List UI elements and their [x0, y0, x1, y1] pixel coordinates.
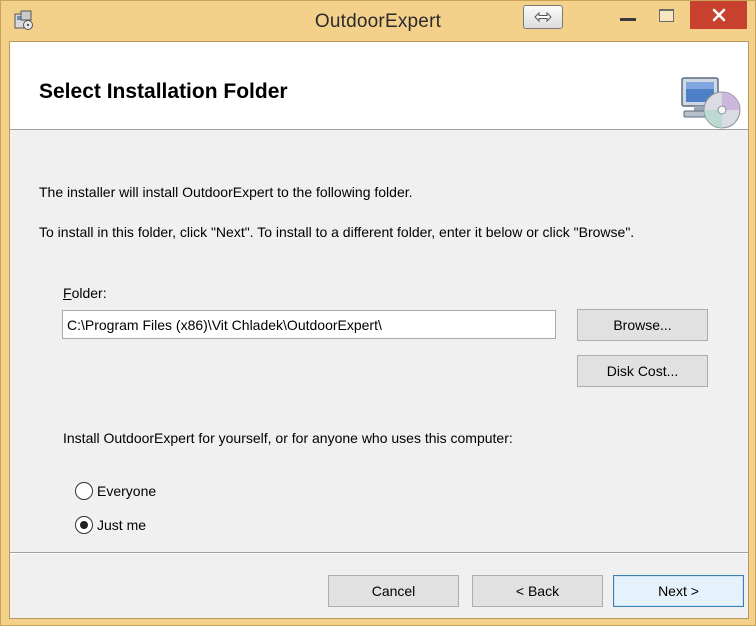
- install-scope-label: Install OutdoorExpert for yourself, or f…: [63, 430, 513, 446]
- folder-label-text: older:: [71, 285, 107, 301]
- footer-separator: [10, 552, 748, 554]
- title-bar[interactable]: OutdoorExpert: [1, 1, 755, 41]
- radio-button-selected[interactable]: [75, 516, 93, 534]
- installer-window: OutdoorExpert Select Installation Folder: [0, 0, 756, 626]
- minimize-icon: [620, 18, 636, 21]
- close-button[interactable]: [690, 1, 747, 29]
- install-description: The installer will install OutdoorExpert…: [39, 184, 413, 200]
- cancel-button[interactable]: Cancel: [328, 575, 459, 607]
- maximize-icon: [658, 8, 674, 22]
- double-arrow-icon: [534, 11, 552, 23]
- dialog-client-area: Select Installation Folder The installer…: [9, 41, 749, 619]
- radio-just-me[interactable]: Just me: [75, 516, 146, 534]
- folder-label-access-key: F: [63, 285, 72, 301]
- radio-label-just-me: Just me: [97, 517, 147, 533]
- folder-label: Folder:: [63, 285, 107, 301]
- radio-everyone[interactable]: Everyone: [75, 482, 156, 500]
- snap-button[interactable]: [523, 5, 563, 29]
- radio-label-everyone: Everyone: [97, 483, 157, 499]
- computer-cd-icon: [681, 77, 741, 129]
- radio-button-unselected[interactable]: [75, 482, 93, 500]
- page-title: Select Installation Folder: [39, 80, 288, 103]
- maximize-button[interactable]: [649, 1, 683, 29]
- header-banner: Select Installation Folder: [10, 42, 748, 130]
- close-icon: [712, 8, 725, 22]
- install-instructions: To install in this folder, click "Next".…: [39, 224, 635, 240]
- folder-path-input[interactable]: [62, 310, 556, 339]
- back-button[interactable]: < Back: [472, 575, 603, 607]
- next-button[interactable]: Next >: [613, 575, 744, 607]
- disk-cost-button[interactable]: Disk Cost...: [577, 355, 708, 387]
- radio-dot: [80, 521, 88, 529]
- browse-button[interactable]: Browse...: [577, 309, 708, 341]
- minimize-button[interactable]: [611, 1, 645, 29]
